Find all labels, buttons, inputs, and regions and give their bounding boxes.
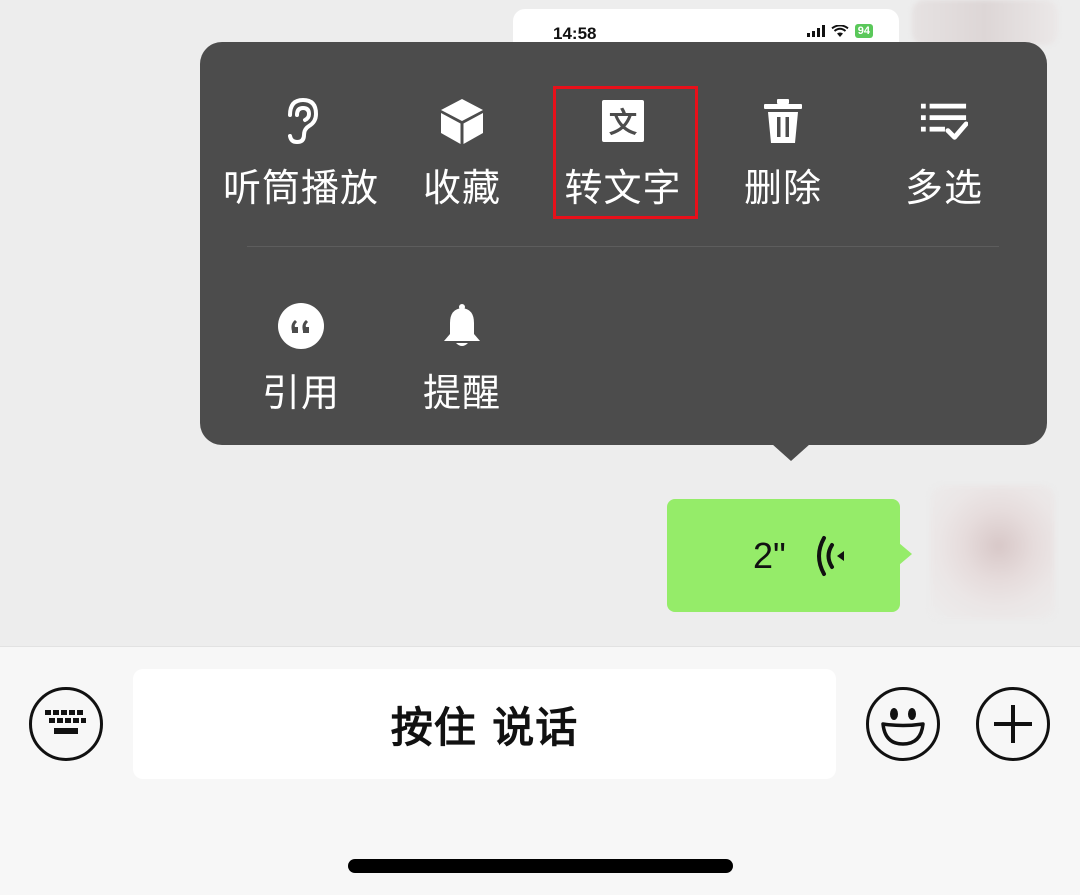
menu-divider [247,246,999,247]
avatar[interactable] [930,485,1055,620]
cube-icon [438,97,486,145]
menu-pointer-arrow [772,444,810,461]
emoji-icon [881,708,925,746]
ear-icon [277,97,325,145]
menu-item-label: 引用 [261,371,340,415]
hold-to-talk-button[interactable]: 按住 说话 [133,669,836,779]
menu-item-label: 听筒播放 [222,166,379,210]
quote-icon [277,302,325,350]
signal-icon [806,25,825,37]
menu-item-earpiece-playback[interactable]: 听筒播放 [221,45,381,210]
multi-select-icon [920,97,968,145]
voice-duration: 2" [753,535,786,576]
highlight-box [553,86,698,219]
trash-icon [759,97,807,145]
avatar[interactable] [912,0,1058,45]
home-indicator[interactable] [348,859,733,873]
menu-item-label: 提醒 [422,371,501,415]
more-functions-button[interactable] [976,687,1050,761]
wifi-icon [831,24,849,37]
plus-icon [994,705,1032,743]
chat-input-bar: 按住 说话 [0,646,1080,895]
emoji-button[interactable] [866,687,940,761]
menu-item-quote[interactable]: 引用 [221,250,381,415]
status-icons: 94 [806,24,873,38]
menu-item-label: 收藏 [422,166,501,210]
status-time: 14:58 [553,24,597,43]
keyboard-toggle-button[interactable] [29,687,103,761]
battery-icon: 94 [854,24,873,38]
menu-item-label: 删除 [743,166,822,210]
voice-message-bubble[interactable]: 2" [667,499,912,612]
menu-item-remind[interactable]: 提醒 [382,250,542,415]
menu-item-delete[interactable]: 删除 [703,45,863,210]
bell-icon [438,302,486,350]
voice-wave-icon [817,536,844,576]
menu-item-multi-select[interactable]: 多选 [864,45,1024,210]
menu-item-label: 多选 [904,166,983,210]
keyboard-icon [45,710,86,734]
menu-item-favorite[interactable]: 收藏 [382,45,542,210]
